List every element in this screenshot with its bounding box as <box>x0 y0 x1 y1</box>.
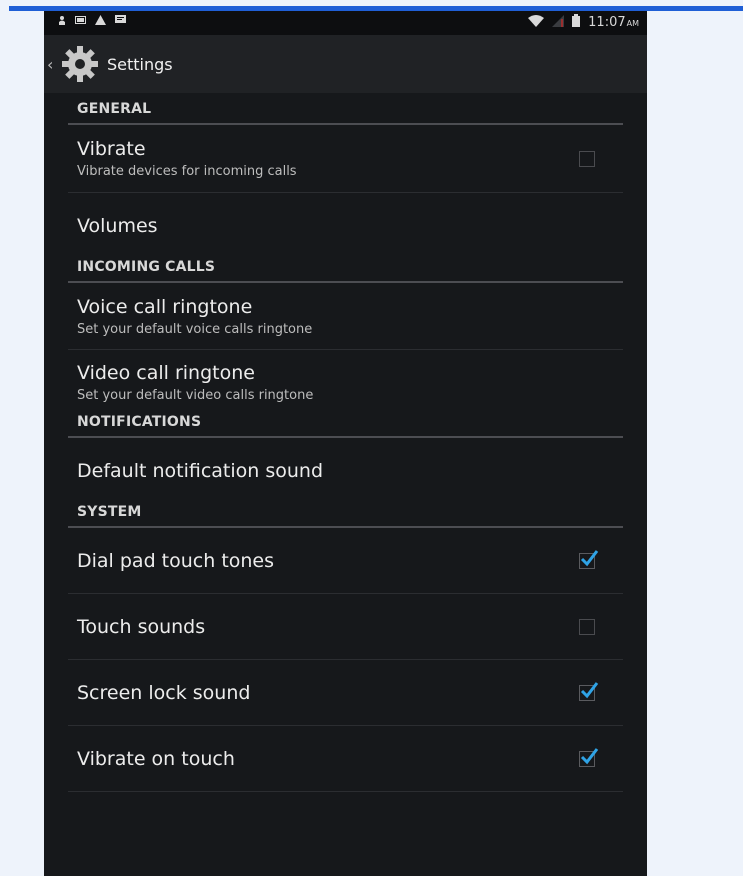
battery-icon <box>572 14 581 31</box>
clock: 11:07AM <box>588 15 639 30</box>
setting-title: Screen lock sound <box>77 681 251 704</box>
setting-text: Default notification sound <box>77 460 323 482</box>
check-icon <box>580 681 599 698</box>
person-icon <box>58 15 66 28</box>
clock-time: 11:07 <box>588 15 626 30</box>
setting-text: Dial pad touch tones <box>77 550 274 572</box>
setting-text: Video call ringtone Set your default vid… <box>77 362 313 403</box>
status-left-icons <box>58 15 126 28</box>
app-title: Settings <box>107 54 173 74</box>
vibrate-touch-checkbox[interactable] <box>579 747 599 767</box>
wifi-icon <box>528 14 545 31</box>
setting-text: Voice call ringtone Set your default voi… <box>77 296 312 337</box>
setting-subtitle: Set your default video calls ringtone <box>77 387 314 403</box>
signal-icon <box>552 14 565 31</box>
setting-video-call-ringtone[interactable]: Video call ringtone Set your default vid… <box>68 350 623 414</box>
phone-screen: 11:07AM ‹ Settings GENERAL Vibrate Vibra… <box>44 11 647 876</box>
setting-text: Vibrate Vibrate devices for incoming cal… <box>77 138 297 179</box>
section-header-system: SYSTEM <box>68 504 623 528</box>
setting-vibrate[interactable]: Vibrate Vibrate devices for incoming cal… <box>68 125 623 193</box>
setting-text: Touch sounds <box>77 616 205 638</box>
setting-title: Default notification sound <box>77 460 324 482</box>
setting-default-notification-sound[interactable]: Default notification sound <box>68 438 623 504</box>
touch-sounds-checkbox[interactable] <box>579 618 595 635</box>
status-right-icons: 11:07AM <box>528 14 639 31</box>
setting-dial-pad-touch-tones[interactable]: Dial pad touch tones <box>68 528 623 594</box>
setting-title: Voice call ringtone <box>77 295 253 318</box>
setting-title: Vibrate <box>77 138 146 160</box>
check-icon <box>580 747 599 764</box>
status-bar: 11:07AM <box>44 11 647 35</box>
section-header-notifications: NOTIFICATIONS <box>68 414 623 438</box>
back-chevron-icon[interactable]: ‹ <box>47 55 57 74</box>
section-header-incoming-calls: INCOMING CALLS <box>68 259 623 283</box>
vibrate-checkbox[interactable] <box>579 150 595 167</box>
setting-touch-sounds[interactable]: Touch sounds <box>68 594 623 660</box>
setting-title: Dial pad touch tones <box>77 549 275 572</box>
setting-title: Video call ringtone <box>77 361 255 384</box>
setting-text: Volumes <box>77 215 158 237</box>
setting-subtitle: Set your default voice calls ringtone <box>77 321 313 337</box>
check-icon <box>580 549 599 566</box>
setting-screen-lock-sound[interactable]: Screen lock sound <box>68 660 623 726</box>
setting-title: Vibrate on touch <box>77 747 235 770</box>
setting-text: Screen lock sound <box>77 682 250 704</box>
dial-pad-checkbox[interactable] <box>579 549 599 569</box>
action-bar: ‹ Settings <box>44 35 647 93</box>
setting-title: Volumes <box>77 215 158 237</box>
message-icon <box>115 15 126 28</box>
setting-title: Touch sounds <box>77 615 206 638</box>
section-header-general: GENERAL <box>68 93 623 125</box>
setting-voice-call-ringtone[interactable]: Voice call ringtone Set your default voi… <box>68 283 623 350</box>
setting-subtitle: Vibrate devices for incoming calls <box>77 164 297 179</box>
screen-lock-checkbox[interactable] <box>579 681 599 701</box>
settings-list: GENERAL Vibrate Vibrate devices for inco… <box>44 93 647 792</box>
warning-icon <box>95 15 106 28</box>
setting-volumes[interactable]: Volumes <box>68 193 623 259</box>
screen-icon <box>75 15 86 28</box>
setting-vibrate-on-touch[interactable]: Vibrate on touch <box>68 726 623 792</box>
clock-ampm: AM <box>626 19 639 28</box>
gear-icon[interactable] <box>59 43 101 85</box>
setting-text: Vibrate on touch <box>77 748 235 770</box>
